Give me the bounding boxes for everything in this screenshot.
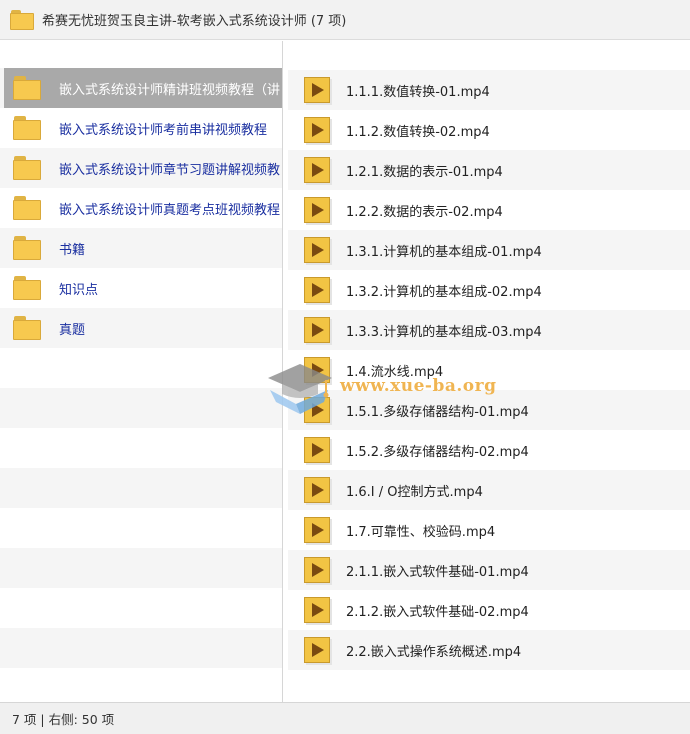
file-label: 2.2.嵌入式操作系统概述.mp4 <box>346 644 522 660</box>
window-title: 希赛无忧班贺玉良主讲-软考嵌入式系统设计师 (7 项) <box>42 14 347 29</box>
folder-icon <box>13 116 41 140</box>
file-item[interactable]: 1.3.2.计算机的基本组成-02.mp4 <box>288 270 690 310</box>
file-label: 1.3.1.计算机的基本组成-01.mp4 <box>346 244 542 260</box>
file-item[interactable]: 1.3.1.计算机的基本组成-01.mp4 <box>288 230 690 270</box>
file-label: 1.2.1.数据的表示-01.mp4 <box>346 164 503 180</box>
video-file-icon <box>304 277 330 303</box>
video-file-icon <box>304 157 330 183</box>
folder-list-pane[interactable]: 嵌入式系统设计师精讲班视频教程（讲 嵌入式系统设计师考前串讲视频教程 嵌入式系统… <box>0 41 283 702</box>
folder-item[interactable]: 书籍 <box>4 228 282 268</box>
folder-icon <box>13 316 41 340</box>
folder-label: 知识点 <box>59 282 99 298</box>
folder-icon <box>13 276 41 300</box>
file-item[interactable]: 2.2.嵌入式操作系统概述.mp4 <box>288 630 690 670</box>
folder-icon <box>10 9 34 30</box>
file-label: 1.1.2.数值转换-02.mp4 <box>346 124 490 140</box>
watermark: www.xue-ba.org <box>262 358 502 418</box>
folder-label: 嵌入式系统设计师考前串讲视频教程 <box>59 122 268 138</box>
file-item[interactable]: 1.1.2.数值转换-02.mp4 <box>288 110 690 150</box>
video-file-icon <box>304 77 330 103</box>
video-file-icon <box>304 477 330 503</box>
file-label: 2.1.1.嵌入式软件基础-01.mp4 <box>346 564 529 580</box>
file-item[interactable]: 1.5.2.多级存储器结构-02.mp4 <box>288 430 690 470</box>
video-file-icon <box>304 597 330 623</box>
video-file-icon <box>304 197 330 223</box>
watermark-text: www.xue-ba.org <box>340 376 497 396</box>
video-file-icon <box>304 637 330 663</box>
video-file-icon <box>304 117 330 143</box>
folder-label: 真题 <box>59 322 86 338</box>
video-file-icon <box>304 237 330 263</box>
file-item[interactable]: 2.1.1.嵌入式软件基础-01.mp4 <box>288 550 690 590</box>
folder-label: 嵌入式系统设计师精讲班视频教程（讲 <box>59 82 281 98</box>
file-label: 1.5.2.多级存储器结构-02.mp4 <box>346 444 529 460</box>
file-item[interactable]: 1.3.3.计算机的基本组成-03.mp4 <box>288 310 690 350</box>
folder-icon <box>13 236 41 260</box>
file-label: 1.3.2.计算机的基本组成-02.mp4 <box>346 284 542 300</box>
file-label: 1.6.I / O控制方式.mp4 <box>346 484 483 500</box>
folder-label: 嵌入式系统设计师章节习题讲解视频教 <box>59 162 281 178</box>
folder-icon <box>13 196 41 220</box>
file-item[interactable]: 2.1.2.嵌入式软件基础-02.mp4 <box>288 590 690 630</box>
video-file-icon <box>304 317 330 343</box>
folder-icon <box>13 76 41 100</box>
file-item[interactable]: 1.1.1.数值转换-01.mp4 <box>288 70 690 110</box>
status-bar: 7 项 | 右侧: 50 项 <box>0 702 690 734</box>
file-label: 1.3.3.计算机的基本组成-03.mp4 <box>346 324 542 340</box>
title-bar: 希赛无忧班贺玉良主讲-软考嵌入式系统设计师 (7 项) <box>0 0 690 40</box>
file-label: 1.7.可靠性、校验码.mp4 <box>346 524 496 540</box>
file-label: 2.1.2.嵌入式软件基础-02.mp4 <box>346 604 529 620</box>
file-item[interactable]: 1.7.可靠性、校验码.mp4 <box>288 510 690 550</box>
video-file-icon <box>304 517 330 543</box>
video-file-icon <box>304 557 330 583</box>
file-label: 1.1.1.数值转换-01.mp4 <box>346 84 490 100</box>
folder-list: 嵌入式系统设计师精讲班视频教程（讲 嵌入式系统设计师考前串讲视频教程 嵌入式系统… <box>4 68 282 348</box>
status-text: 7 项 | 右侧: 50 项 <box>12 712 115 727</box>
folder-item[interactable]: 知识点 <box>4 268 282 308</box>
file-label: 1.2.2.数据的表示-02.mp4 <box>346 204 503 220</box>
folder-item[interactable]: 嵌入式系统设计师考前串讲视频教程 <box>4 108 282 148</box>
folder-item[interactable]: 嵌入式系统设计师真题考点班视频教程 <box>4 188 282 228</box>
folder-icon <box>13 156 41 180</box>
folder-label: 书籍 <box>59 242 86 258</box>
file-item[interactable]: 1.2.1.数据的表示-01.mp4 <box>288 150 690 190</box>
graduation-cap-icon <box>268 364 332 414</box>
file-item[interactable]: 1.2.2.数据的表示-02.mp4 <box>288 190 690 230</box>
folder-item[interactable]: 真题 <box>4 308 282 348</box>
video-file-icon <box>304 437 330 463</box>
folder-label: 嵌入式系统设计师真题考点班视频教程 <box>59 202 281 218</box>
folder-item[interactable]: 嵌入式系统设计师章节习题讲解视频教 <box>4 148 282 188</box>
folder-item[interactable]: 嵌入式系统设计师精讲班视频教程（讲 <box>4 68 282 108</box>
file-item[interactable]: 1.6.I / O控制方式.mp4 <box>288 470 690 510</box>
